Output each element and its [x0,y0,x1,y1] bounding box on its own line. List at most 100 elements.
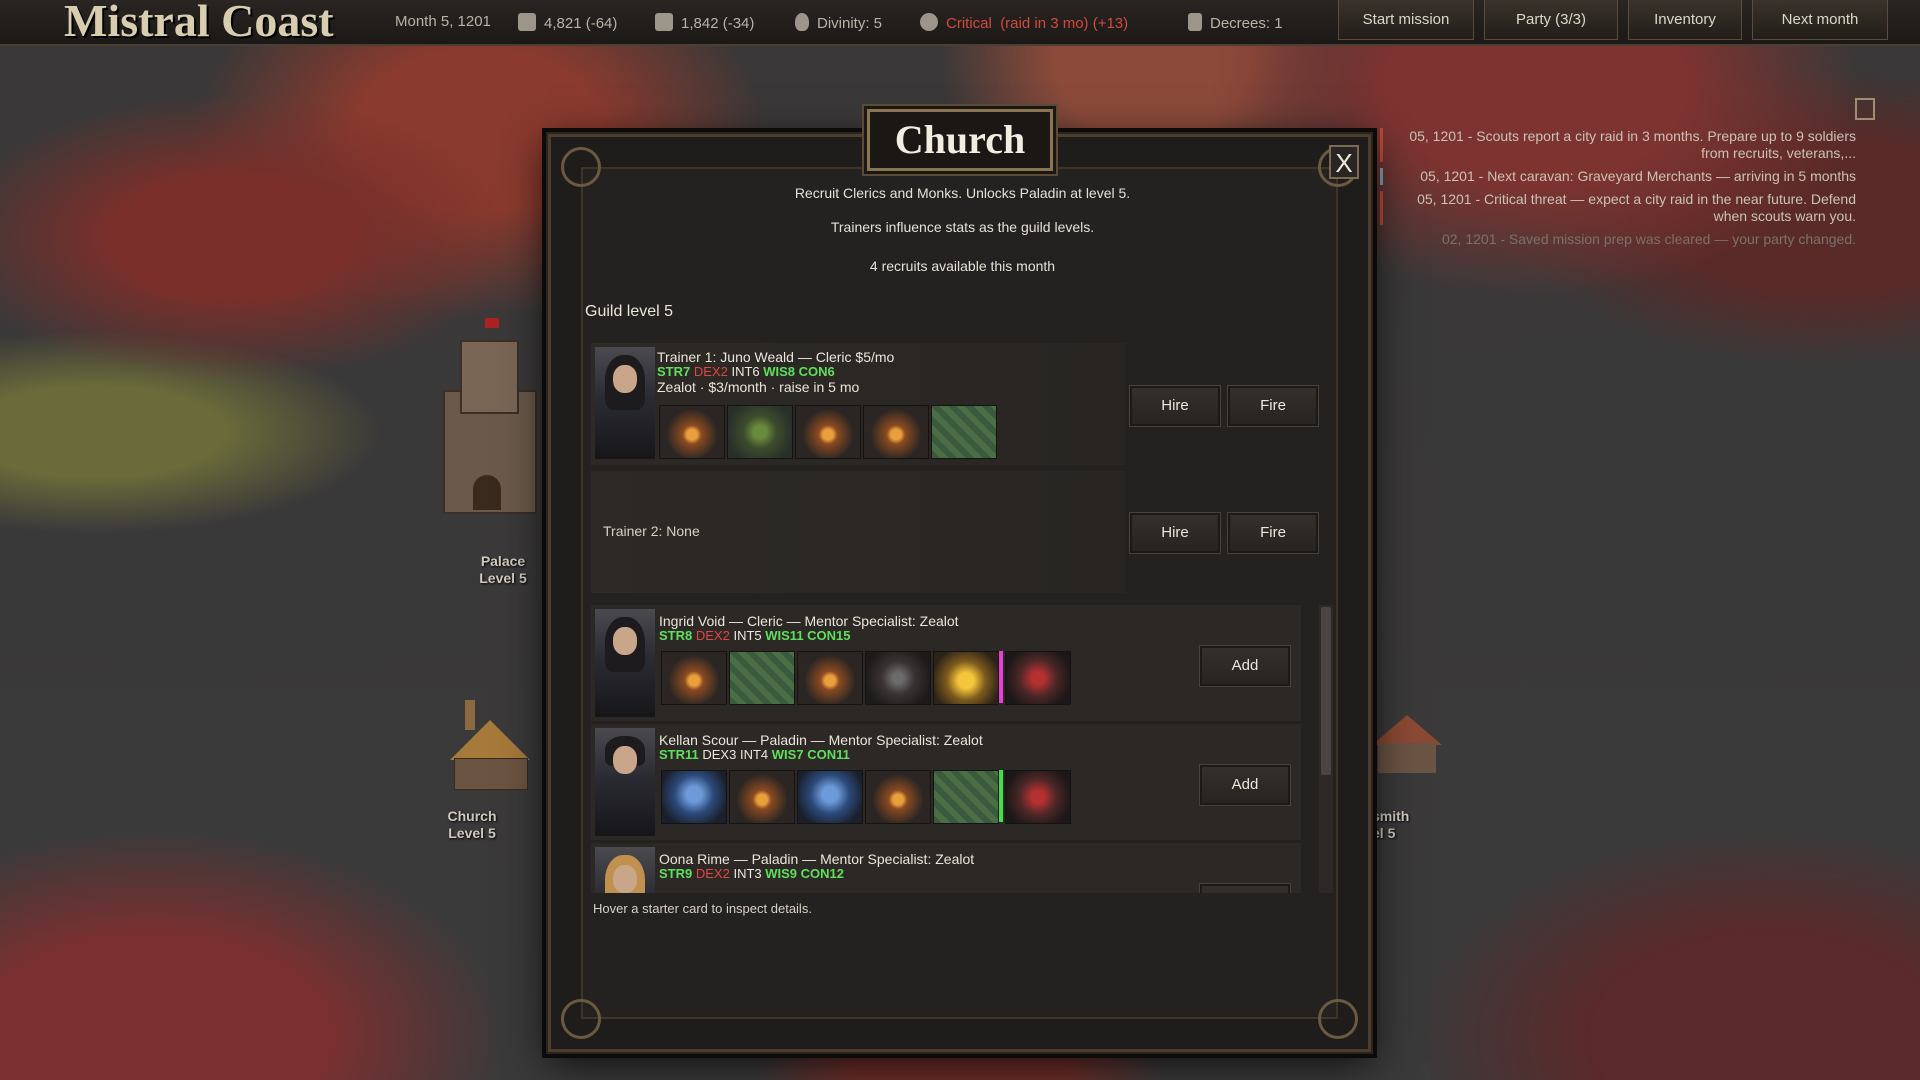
stat-str: STR8 [659,628,693,643]
specialist-knight-icon[interactable] [1005,651,1071,705]
palace-level: Level 5 [479,570,527,586]
threat-label: Critical [946,15,992,32]
flag-icon [485,318,499,328]
recruit-name: Ingrid Void — Cleric — Mentor Specialist… [659,613,959,629]
add-recruit-button[interactable]: Add [1199,764,1291,806]
stat-wis: WIS8 [763,364,796,379]
log-entry: 02, 1201 - Saved mission prep was cleare… [1441,231,1856,247]
coins-icon [518,13,536,31]
list-item[interactable]: Ingrid Void — Cleric — Mentor Specialist… [591,605,1301,721]
shield-icon [795,13,809,31]
church-building[interactable] [440,700,540,790]
stat-int: INT4 [739,747,769,762]
add-recruit-button[interactable]: Add [1199,645,1291,687]
game-title: Mistral Coast [64,0,334,46]
hire-trainer-1-button[interactable]: Hire [1129,385,1221,427]
avatar [595,847,655,893]
skill-shield-icon[interactable] [797,770,863,824]
gold-value: 4,821 (-64) [544,15,618,32]
recruits-available: 4 recruits available this month [869,258,1056,274]
inventory-button[interactable]: Inventory [1628,0,1742,40]
skill-fire-icon[interactable] [661,651,727,705]
stat-dex: DEX2 [693,364,728,379]
recruit-stats: STR9 DEX2 INT3 WIS9 CON12 [659,866,844,881]
dialog-description: Trainers influence stats as the guild le… [830,219,1095,235]
recruit-name: Oona Rime — Paladin — Mentor Specialist:… [659,851,975,867]
skill-fire-icon[interactable] [863,405,929,459]
church-spire [465,700,475,730]
scrollbar-thumb[interactable] [1321,607,1331,775]
church-roof [450,720,530,760]
trainer-name: Trainer 2: None [603,523,700,539]
food-stat: 1,842 (-34) [655,13,754,32]
trainer-stats: STR7 DEX2 INT6 WIS8 CON6 [657,364,835,379]
stat-wis: WIS7 [771,747,804,762]
palace-tower [460,340,519,414]
palace-building[interactable] [425,318,545,530]
gold-stat: 4,821 (-64) [518,13,617,32]
log-entry: 05, 1201 - Next caravan: Graveyard Merch… [1380,168,1862,185]
skill-nature-icon[interactable] [727,405,793,459]
trainer-subtitle: Zealot · $3/month · raise in 5 mo [657,379,860,395]
stat-con: CON15 [807,628,851,643]
log-toggle-icon[interactable] [1855,98,1875,120]
palace-door [473,475,501,510]
decrees-value: Decrees: 1 [1210,15,1283,32]
threat-detail: (raid in 3 mo) (+13) [1000,15,1129,32]
add-recruit-button[interactable]: Add [1199,883,1291,893]
skill-holy-icon[interactable] [933,651,999,705]
close-button[interactable]: X [1329,145,1359,179]
trainer-card-1[interactable]: Trainer 1: Juno Weald — Cleric $5/mo STR… [591,343,1125,465]
smith-label[interactable]: smith el 5 [1372,808,1422,842]
skill-tome-icon[interactable] [865,651,931,705]
dialog-description: Recruit Clerics and Monks. Unlocks Palad… [794,185,1131,201]
recruit-stats: STR11 DEX3 INT4 WIS7 CON11 [659,747,850,762]
fire-trainer-2-button[interactable]: Fire [1227,512,1319,554]
stat-dex: DEX2 [695,866,730,881]
skill-terrain-icon[interactable] [931,405,997,459]
skull-icon [920,13,938,31]
palace-name: Palace [480,553,526,569]
stat-str: STR7 [657,364,691,379]
next-month-button[interactable]: Next month [1752,0,1888,40]
skill-fire-icon[interactable] [865,770,931,824]
scroll-icon [1188,13,1202,31]
threat-stat: Critical (raid in 3 mo) (+13) [920,13,1128,32]
smith-roof [1372,715,1442,745]
list-item[interactable]: Oona Rime — Paladin — Mentor Specialist:… [591,843,1301,893]
start-mission-button[interactable]: Start mission [1338,0,1474,40]
stat-wis: WIS9 [765,866,798,881]
party-button[interactable]: Party (3/3) [1484,0,1618,40]
church-level: Level 5 [448,825,496,841]
stat-str: STR11 [659,747,699,762]
food-value: 1,842 (-34) [681,15,755,32]
stat-dex: DEX2 [695,628,730,643]
smith-level: el 5 [1372,825,1396,841]
specialist-knight-icon[interactable] [1005,770,1071,824]
skill-terrain-icon[interactable] [933,770,999,824]
specialist-divider [999,770,1003,822]
skill-shield-icon[interactable] [661,770,727,824]
church-label[interactable]: Church Level 5 [440,808,504,842]
skill-fire-icon[interactable] [797,651,863,705]
date-display: Month 5, 1201 [395,13,491,30]
stat-str: STR9 [659,866,693,881]
smith-building[interactable] [1372,715,1442,775]
palace-label[interactable]: Palace Level 5 [470,553,536,587]
skill-fire-icon[interactable] [729,770,795,824]
stat-int: INT6 [731,364,760,379]
skill-fire-icon[interactable] [659,405,725,459]
avatar [595,728,655,836]
recruit-list[interactable]: Ingrid Void — Cleric — Mentor Specialist… [591,605,1317,893]
list-item[interactable]: Kellan Scour — Paladin — Mentor Speciali… [591,724,1301,840]
guild-level: Guild level 5 [585,303,674,320]
skill-fire-icon[interactable] [795,405,861,459]
fire-trainer-1-button[interactable]: Fire [1227,385,1319,427]
skill-terrain-icon[interactable] [729,651,795,705]
stat-con: CON12 [800,866,845,881]
trainer-card-2[interactable]: Trainer 2: None [591,471,1125,593]
divinity-stat: Divinity: 5 [795,13,882,32]
stat-con: CON11 [807,747,850,762]
avatar [595,609,655,717]
hire-trainer-2-button[interactable]: Hire [1129,512,1221,554]
